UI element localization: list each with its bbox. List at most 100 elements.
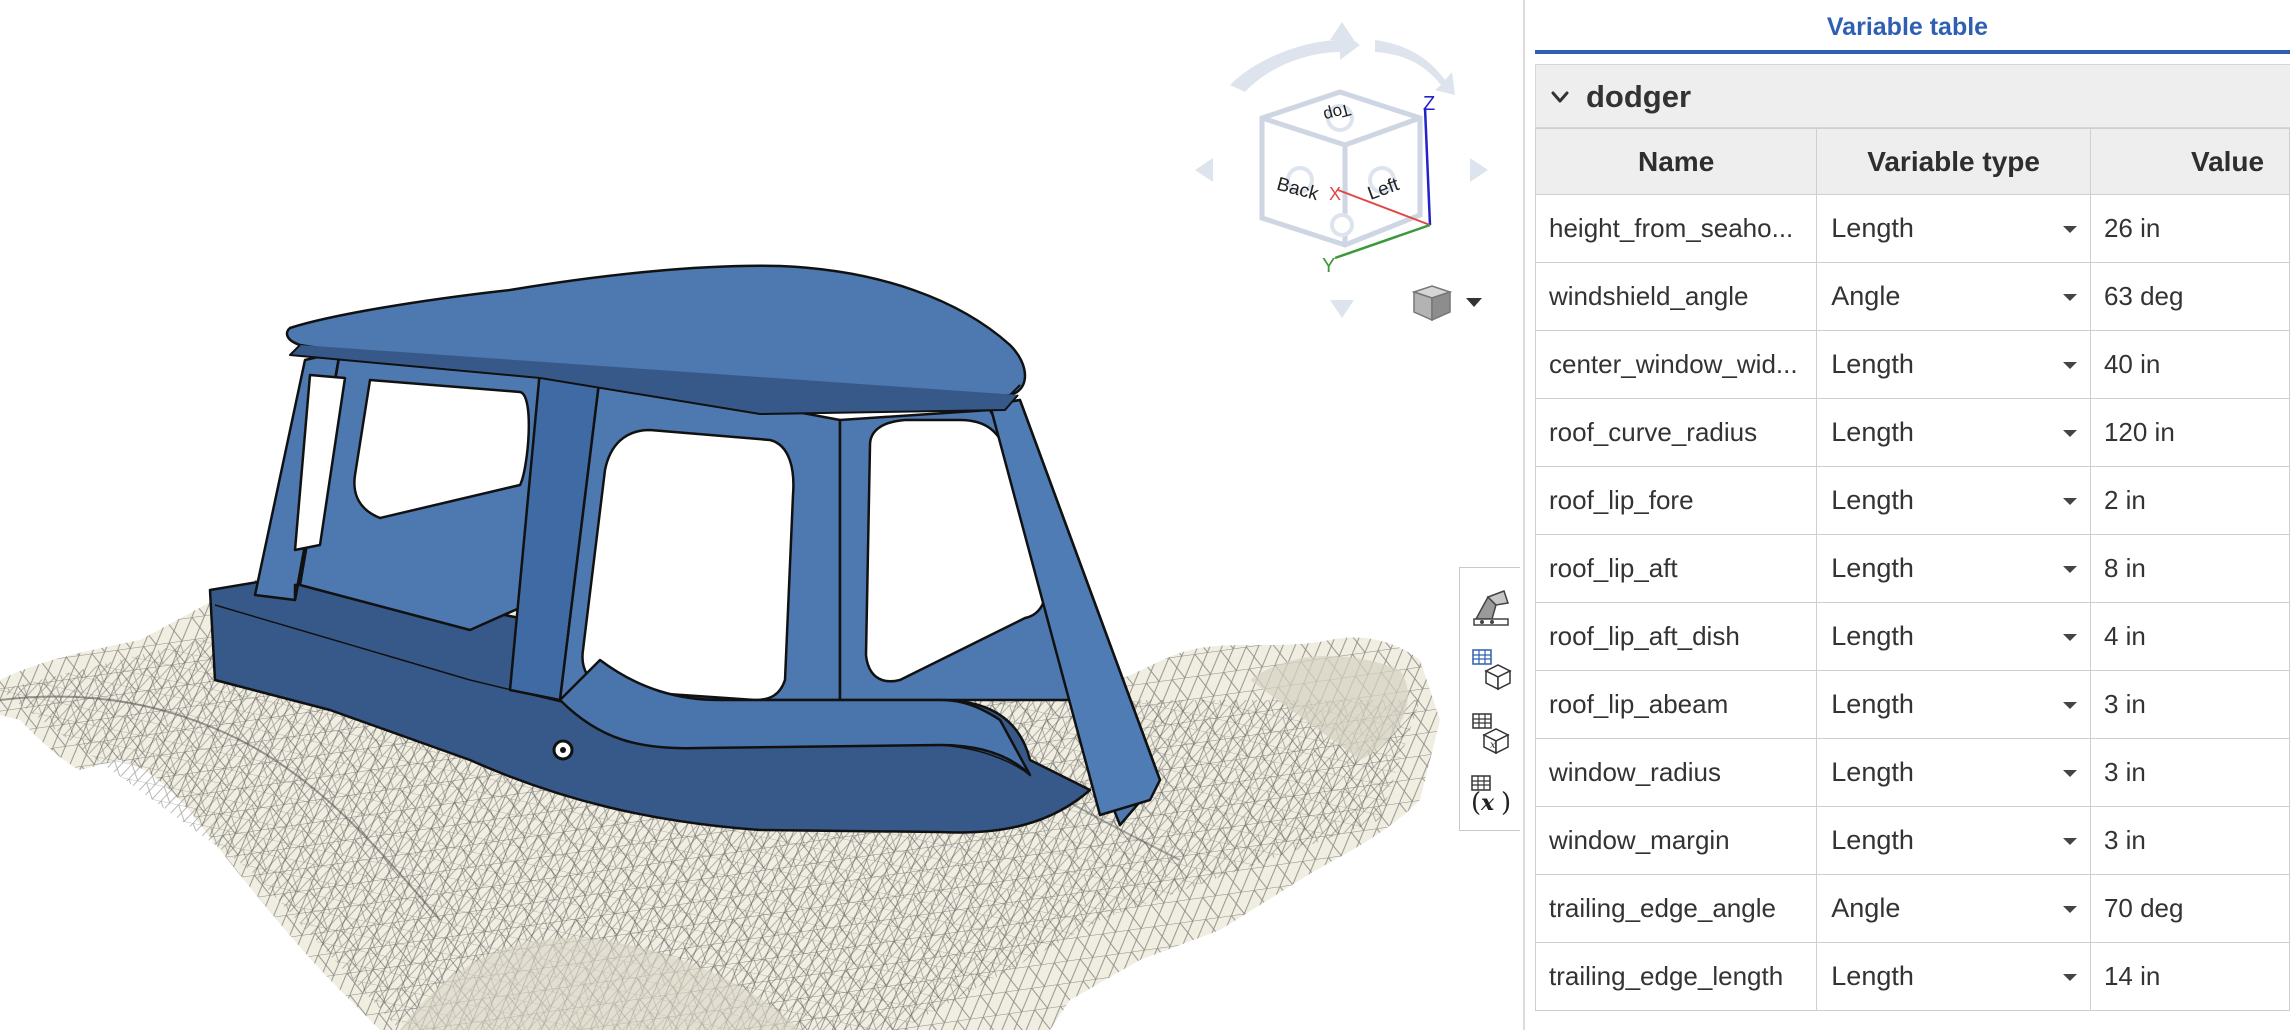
variable-name-cell[interactable]: window_radius [1534,738,1818,807]
configure-parts-button[interactable] [1466,640,1518,698]
chevron-down-icon [1466,298,1482,307]
variable-value-cell[interactable]: 14 in [2089,942,2290,1011]
svg-text:x: x [1490,740,1496,751]
variable-type-select[interactable]: Length [1816,738,2091,807]
variable-type-select[interactable]: Length [1816,806,2091,875]
view-cube[interactable]: Top Back Left Z X Y [1195,22,1488,318]
variable-name-cell[interactable]: roof_lip_abeam [1534,670,1818,739]
variable-studio-icon: x [1472,713,1510,755]
svg-text:x: x [1480,790,1495,816]
column-header-name[interactable]: Name [1534,128,1818,195]
variable-value-cell[interactable]: 70 deg [2089,874,2290,943]
display-mode-cube-icon [1411,285,1453,322]
variable-type-value: Angle [1831,281,1901,311]
chevron-down-icon[interactable] [1550,87,1570,107]
variable-value-cell[interactable]: 63 deg [2089,262,2290,331]
variable-type-select[interactable]: Length [1816,330,2091,399]
variable-type-value: Length [1831,689,1914,719]
column-header-value[interactable]: Value [2089,128,2290,195]
appearance-button[interactable] [1466,578,1518,636]
variable-name-cell[interactable]: roof_curve_radius [1534,398,1818,467]
graphics-viewport[interactable]: Top Back Left Z X Y x (x) [0,0,1520,1030]
variable-name-cell[interactable]: center_window_wid... [1534,330,1818,399]
dropdown-caret-icon [2062,702,2077,709]
variable-value-cell[interactable]: 40 in [2089,330,2290,399]
variable-type-value: Length [1831,213,1914,243]
variable-type-value: Length [1831,757,1914,787]
table-row[interactable]: roof_lip_fore Length 2 in [1534,466,2290,535]
table-row[interactable]: center_window_wid... Length 40 in [1534,330,2290,399]
variable-name-cell[interactable]: height_from_seaho... [1534,194,1818,263]
variable-type-select[interactable]: Length [1816,942,2091,1011]
variable-value-cell[interactable]: 8 in [2089,534,2290,603]
variable-value-cell[interactable]: 3 in [2089,806,2290,875]
variable-type-value: Length [1831,417,1914,447]
variable-type-select[interactable]: Length [1816,194,2091,263]
dropdown-caret-icon [2062,362,2077,369]
variable-type-select[interactable]: Angle [1816,874,2091,943]
variable-type-value: Length [1831,825,1914,855]
table-row[interactable]: roof_lip_aft Length 8 in [1534,534,2290,603]
table-header-row: Name Variable type Value [1534,128,2290,195]
variable-type-value: Length [1831,349,1914,379]
table-row[interactable]: trailing_edge_angle Angle 70 deg [1534,874,2290,943]
variable-value-cell[interactable]: 3 in [2089,670,2290,739]
group-name: dodger [1586,79,1692,114]
appearance-icon [1473,590,1509,626]
variable-type-select[interactable]: Length [1816,534,2091,603]
variable-value-cell[interactable]: 4 in [2089,602,2290,671]
dropdown-caret-icon [2062,974,2077,981]
title-underline [1535,50,2290,54]
dropdown-caret-icon [2062,226,2077,233]
variable-name-cell[interactable]: roof_lip_fore [1534,466,1818,535]
variable-value-cell[interactable]: 120 in [2089,398,2290,467]
variable-name-cell[interactable]: trailing_edge_length [1534,942,1818,1011]
dropdown-caret-icon [2062,770,2077,777]
axis-z-label: Z [1423,93,1435,115]
variable-value-cell[interactable]: 2 in [2089,466,2290,535]
variable-type-select[interactable]: Length [1816,398,2091,467]
variable-type-select[interactable]: Length [1816,602,2091,671]
variable-name-cell[interactable]: window_margin [1534,806,1818,875]
table-row[interactable]: window_margin Length 3 in [1534,806,2290,875]
variable-name-cell[interactable]: windshield_angle [1534,262,1818,331]
variable-name-cell[interactable]: roof_lip_aft [1534,534,1818,603]
variable-value-cell[interactable]: 3 in [2089,738,2290,807]
variable-name-cell[interactable]: trailing_edge_angle [1534,874,1818,943]
table-row[interactable]: roof_lip_abeam Length 3 in [1534,670,2290,739]
dropdown-caret-icon [2062,430,2077,437]
dropdown-caret-icon [2062,634,2077,641]
right-tool-strip: x ( x ) [1459,567,1520,831]
variable-name-cell[interactable]: roof_lip_aft_dish [1534,602,1818,671]
configure-parts-icon [1472,649,1512,691]
table-row[interactable]: roof_lip_aft_dish Length 4 in [1534,602,2290,671]
variable-type-value: Angle [1831,893,1901,923]
table-row[interactable]: windshield_angle Angle 63 deg [1534,262,2290,331]
variable-type-select[interactable]: Angle [1816,262,2091,331]
dropdown-caret-icon [2062,838,2077,845]
table-row[interactable]: window_radius Length 3 in [1534,738,2290,807]
variable-type-value: Length [1831,485,1914,515]
table-row[interactable]: height_from_seaho... Length 26 in [1534,194,2290,263]
panel-title: Variable table [1826,13,1989,41]
dropdown-caret-icon [2062,294,2077,301]
table-row[interactable]: trailing_edge_length Length 14 in [1534,942,2290,1011]
dropdown-caret-icon [2062,498,2077,505]
variable-studio-button[interactable]: x [1466,704,1518,762]
dropdown-caret-icon [2062,566,2077,573]
variable-type-value: Length [1831,553,1914,583]
group-header-dodger[interactable]: dodger [1535,64,2290,128]
display-mode-dropdown[interactable] [1411,285,1482,322]
svg-text:(: ( [1471,788,1481,817]
column-header-variable-type[interactable]: Variable type [1816,128,2091,195]
variable-type-select[interactable]: Length [1816,670,2091,739]
axis-x-label: X [1329,184,1341,204]
variable-type-select[interactable]: Length [1816,466,2091,535]
svg-text:): ) [1501,788,1511,817]
model-scene[interactable]: Top Back Left Z X Y [0,0,1520,1030]
table-row[interactable]: roof_curve_radius Length 120 in [1534,398,2290,467]
variable-value-cell[interactable]: 26 in [2089,194,2290,263]
variable-type-value: Length [1831,961,1914,991]
variable-table-panel: Variable table dodger Name Variable type… [1525,0,2290,1030]
variable-table-button[interactable]: ( x ) [1466,766,1518,824]
